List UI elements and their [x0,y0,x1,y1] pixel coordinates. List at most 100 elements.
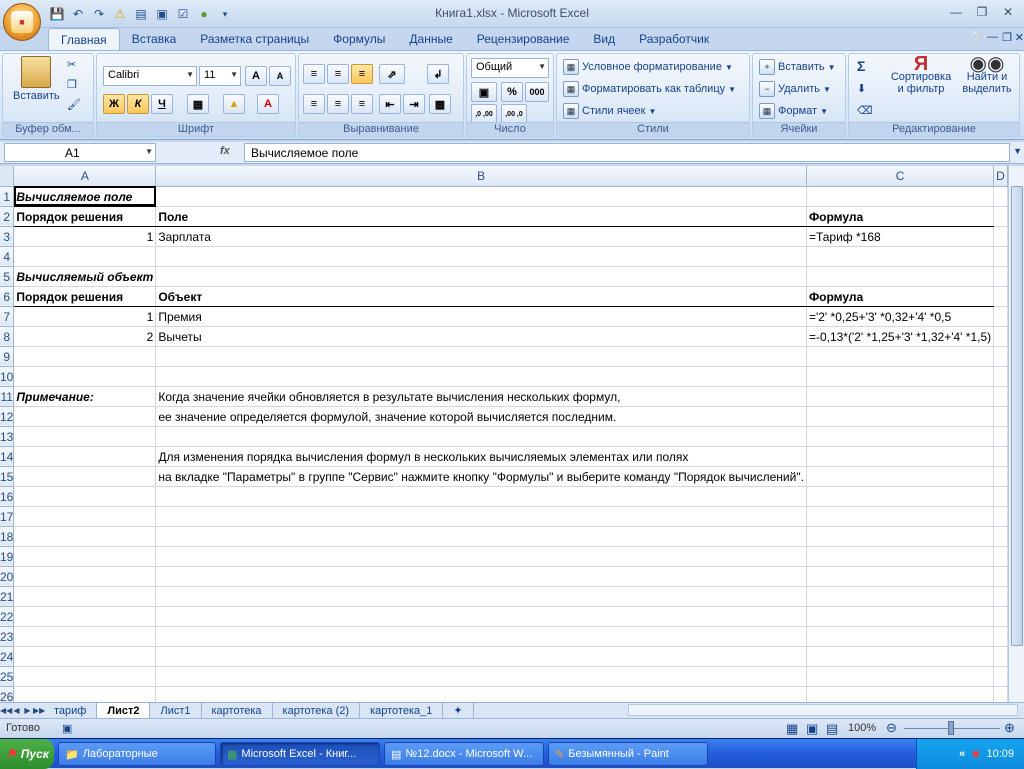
cell[interactable] [993,486,1008,507]
tab-home[interactable]: Главная [48,28,120,50]
name-box[interactable]: A1 ▼ [4,143,156,162]
conditional-formatting-button[interactable]: ▦ Условное форматирование ▼ [563,59,733,75]
cell-b[interactable] [155,506,807,527]
sheet-tab[interactable]: тариф [44,703,98,718]
format-painter-icon[interactable]: 🖌 [67,98,81,111]
cell-c[interactable] [806,506,995,527]
row-header[interactable]: 26 [0,686,15,702]
cell[interactable] [993,526,1008,547]
wrap-text-icon[interactable]: ↲ [427,64,449,84]
increase-indent-icon[interactable]: ⇥ [403,94,425,114]
align-right-icon[interactable]: ≡ [351,94,373,114]
zoom-in-icon[interactable]: ⊕ [1004,720,1015,736]
font-size-select[interactable]: 11 ▼ [199,66,241,86]
autosum-button[interactable]: Σ [857,58,865,74]
cell-c[interactable]: =-0,13*('2' *1,25+'3' *1,32+'4' *1,5) [806,326,995,347]
row-header[interactable]: 15 [0,466,15,487]
cell-c[interactable] [806,566,995,587]
cell[interactable] [993,186,1008,207]
cell-a[interactable]: 1 [13,306,157,327]
sheet-tab-active[interactable]: Лист2 [97,703,151,718]
cell-a[interactable] [13,506,157,527]
page-break-view-icon[interactable]: ▤ [826,721,838,737]
cell-b[interactable] [155,646,807,667]
tab-page-layout[interactable]: Разметка страницы [188,28,321,50]
cell[interactable] [993,586,1008,607]
cell-a[interactable] [13,686,157,702]
align-top-icon[interactable]: ≡ [303,64,325,84]
sort-filter-button[interactable]: Я Сортировка и фильтр [887,54,955,95]
fill-color-icon[interactable]: ▲ [223,94,245,114]
increase-decimal-button[interactable]: ,0 ,00 [471,104,497,124]
cell-b[interactable] [155,186,807,207]
cell-c[interactable] [806,366,995,387]
cell-a[interactable] [13,666,157,687]
taskbar-item[interactable]: ▤ №12.docx - Microsoft W... [384,742,544,766]
cell-a[interactable] [13,346,157,367]
cell-c[interactable]: ='2' *0,25+'3' *0,32+'4' *0,5 [806,306,995,327]
tab-review[interactable]: Рецензирование [465,28,582,50]
cell[interactable] [993,226,1008,247]
italic-button[interactable]: К [127,94,149,114]
vertical-scrollbar[interactable] [1008,166,1024,702]
sheet-tab[interactable]: Лист1 [150,703,202,718]
row-header[interactable]: 17 [0,506,15,527]
cell-c[interactable] [806,406,995,427]
cell-b[interactable]: Когда значение ячейки обновляется в резу… [155,386,807,407]
ribbon-close-icon[interactable]: ✕ [1015,31,1024,44]
cell-b[interactable] [155,626,807,647]
zoom-level[interactable]: 100% [848,722,876,734]
row-header[interactable]: 1 [0,186,15,207]
cell-c[interactable] [806,646,995,667]
cell-c[interactable] [806,446,995,467]
row-header[interactable]: 18 [0,526,15,547]
cell[interactable] [993,446,1008,467]
orientation-icon[interactable]: ⇗ [379,64,405,84]
cell-b[interactable] [155,246,807,267]
cell-c[interactable]: =Тариф *168 [806,226,995,247]
bold-button[interactable]: Ж [103,94,125,114]
cell-b[interactable]: Для изменения порядка вычисления формул … [155,446,807,467]
ribbon-restore-icon[interactable]: ❐ [1002,31,1012,44]
row-header[interactable]: 14 [0,446,15,467]
cell-a[interactable]: Вычисляемое поле [13,186,157,207]
office-button[interactable]: ■ [3,3,41,41]
cell-a[interactable] [13,626,157,647]
zoom-slider-thumb[interactable] [948,721,954,735]
thousands-button[interactable]: 000 [525,82,549,102]
column-header[interactable]: B [155,166,807,187]
shrink-font-button[interactable]: A [269,66,291,86]
align-center-icon[interactable]: ≡ [327,94,349,114]
cell-c[interactable]: Формула [806,206,995,227]
row-header[interactable]: 2 [0,206,15,227]
decrease-decimal-button[interactable]: ,00 ,0 [501,104,527,124]
cell-b[interactable] [155,606,807,627]
cell-c[interactable] [806,586,995,607]
cell-a[interactable]: 2 [13,326,157,347]
zoom-out-icon[interactable]: ⊖ [886,720,897,736]
tray-arrow-icon[interactable]: « [959,748,965,760]
decrease-indent-icon[interactable]: ⇤ [379,94,401,114]
sheet-tab[interactable]: картотека (2) [273,703,361,718]
cell-a[interactable] [13,486,157,507]
font-family-select[interactable]: Calibri ▼ [103,66,197,86]
cell-b[interactable] [155,546,807,567]
cell-b[interactable]: ее значение определяется формулой, значе… [155,406,807,427]
row-header[interactable]: 5 [0,266,15,287]
cell[interactable] [993,386,1008,407]
cell[interactable] [993,646,1008,667]
cell[interactable] [993,266,1008,287]
cell-b[interactable] [155,486,807,507]
row-header[interactable]: 12 [0,406,15,427]
cell-a[interactable] [13,586,157,607]
cell-b[interactable]: Поле [155,206,807,227]
cell-b[interactable] [155,666,807,687]
row-header[interactable]: 9 [0,346,15,367]
cell-c[interactable] [806,386,995,407]
horizontal-scrollbar[interactable] [628,704,1018,716]
insert-function-button[interactable]: fx [220,145,230,157]
cell-c[interactable] [806,186,995,207]
first-sheet-icon[interactable]: ◀◀ [0,706,12,715]
row-header[interactable]: 19 [0,546,15,567]
cell-a[interactable] [13,246,157,267]
